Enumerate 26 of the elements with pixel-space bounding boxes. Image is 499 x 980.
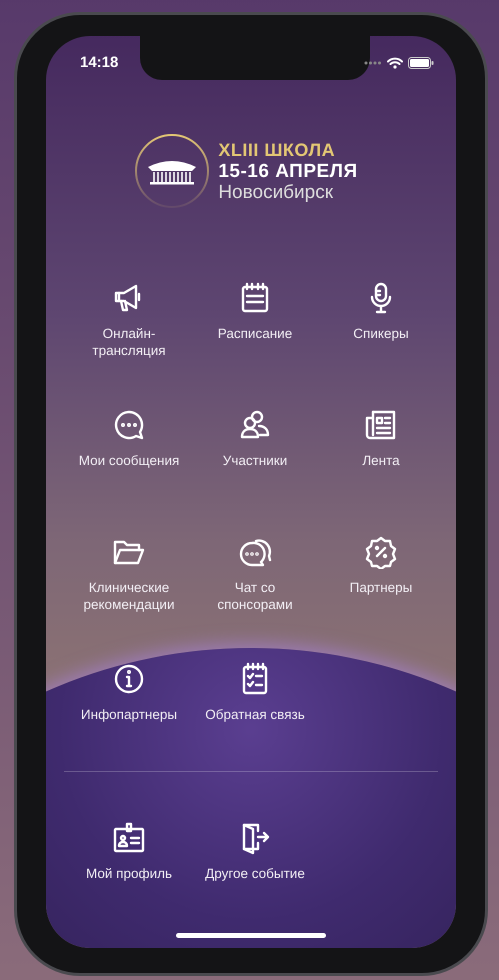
battery-icon <box>408 57 434 69</box>
menu-tile[interactable]: Мой профиль <box>66 821 192 926</box>
status-time: 14:18 <box>80 54 118 71</box>
wifi-icon <box>387 57 403 69</box>
signal-icon <box>364 61 382 65</box>
menu-tile[interactable]: Другое событие <box>192 821 318 926</box>
menu-tile[interactable]: Расписание <box>192 281 318 386</box>
menu-tile[interactable]: Спикеры <box>318 281 444 386</box>
menu-tile[interactable]: Лента <box>318 408 444 513</box>
menu-tile[interactable]: Участники <box>192 408 318 513</box>
menu-tile[interactable]: Инфопартнеры <box>66 662 192 767</box>
menu-tile[interactable]: Мои сообщения <box>66 408 192 513</box>
menu-tile[interactable]: Клинические рекомендации <box>66 535 192 640</box>
info-icon <box>112 662 146 696</box>
chat-bubble-icon <box>112 408 146 442</box>
percent-badge-icon <box>364 535 398 569</box>
menu-tile[interactable]: Обратная связь <box>192 662 318 767</box>
event-city: Новосибирск <box>218 182 334 202</box>
menu-tile[interactable]: Онлайн-трансляция <box>66 281 192 386</box>
menu-tile[interactable]: Партнеры <box>318 535 444 640</box>
arena-logo-icon <box>134 133 210 209</box>
menu-tile[interactable]: Чат со спонсорами <box>192 535 318 640</box>
id-card-icon <box>112 821 146 855</box>
newspaper-icon <box>364 408 398 442</box>
school-title: XLIII ШКОЛА <box>218 140 336 160</box>
event-dates: 15-16 АПРЕЛЯ <box>218 160 358 182</box>
